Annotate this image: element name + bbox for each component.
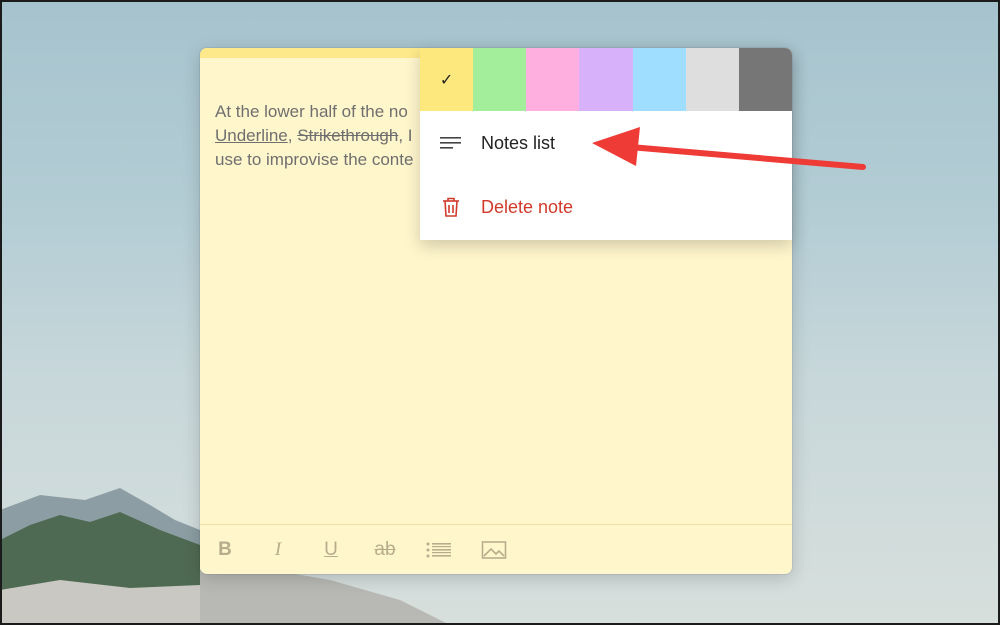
italic-button[interactable]: I bbox=[265, 539, 291, 561]
insert-image-button[interactable] bbox=[481, 539, 507, 561]
separator-text: , bbox=[287, 126, 298, 145]
underline-text: Underline bbox=[215, 126, 288, 145]
color-swatch-row: ✓ bbox=[420, 48, 792, 111]
note-options-menu: ✓ Notes list Delete note bbox=[420, 48, 792, 240]
swatch-pink[interactable] bbox=[526, 48, 580, 111]
strikethrough-text: Strikethrough bbox=[297, 126, 399, 145]
delete-note-menu-item[interactable]: Delete note bbox=[420, 176, 792, 238]
format-toolbar: B I U ab bbox=[200, 524, 792, 574]
bold-button[interactable]: B bbox=[212, 539, 238, 561]
underline-button[interactable]: U bbox=[318, 539, 344, 561]
delete-note-label: Delete note bbox=[481, 196, 574, 217]
swatch-yellow[interactable]: ✓ bbox=[420, 48, 474, 111]
bullet-list-button[interactable] bbox=[426, 539, 452, 561]
trash-icon bbox=[443, 197, 459, 217]
swatch-blue[interactable] bbox=[632, 48, 686, 111]
notes-list-label: Notes list bbox=[481, 132, 556, 153]
list-icon bbox=[440, 137, 461, 149]
check-icon: ✓ bbox=[439, 71, 454, 89]
swatch-charcoal[interactable] bbox=[738, 48, 792, 111]
swatch-green[interactable] bbox=[473, 48, 527, 111]
swatch-purple[interactable] bbox=[579, 48, 633, 111]
strikethrough-button[interactable]: ab bbox=[372, 539, 398, 561]
line-2-rest: , I bbox=[398, 126, 413, 145]
bullet-list-icon bbox=[426, 542, 451, 558]
image-icon bbox=[481, 541, 507, 559]
swatch-gray[interactable] bbox=[685, 48, 739, 111]
notes-list-menu-item[interactable]: Notes list bbox=[420, 112, 792, 174]
